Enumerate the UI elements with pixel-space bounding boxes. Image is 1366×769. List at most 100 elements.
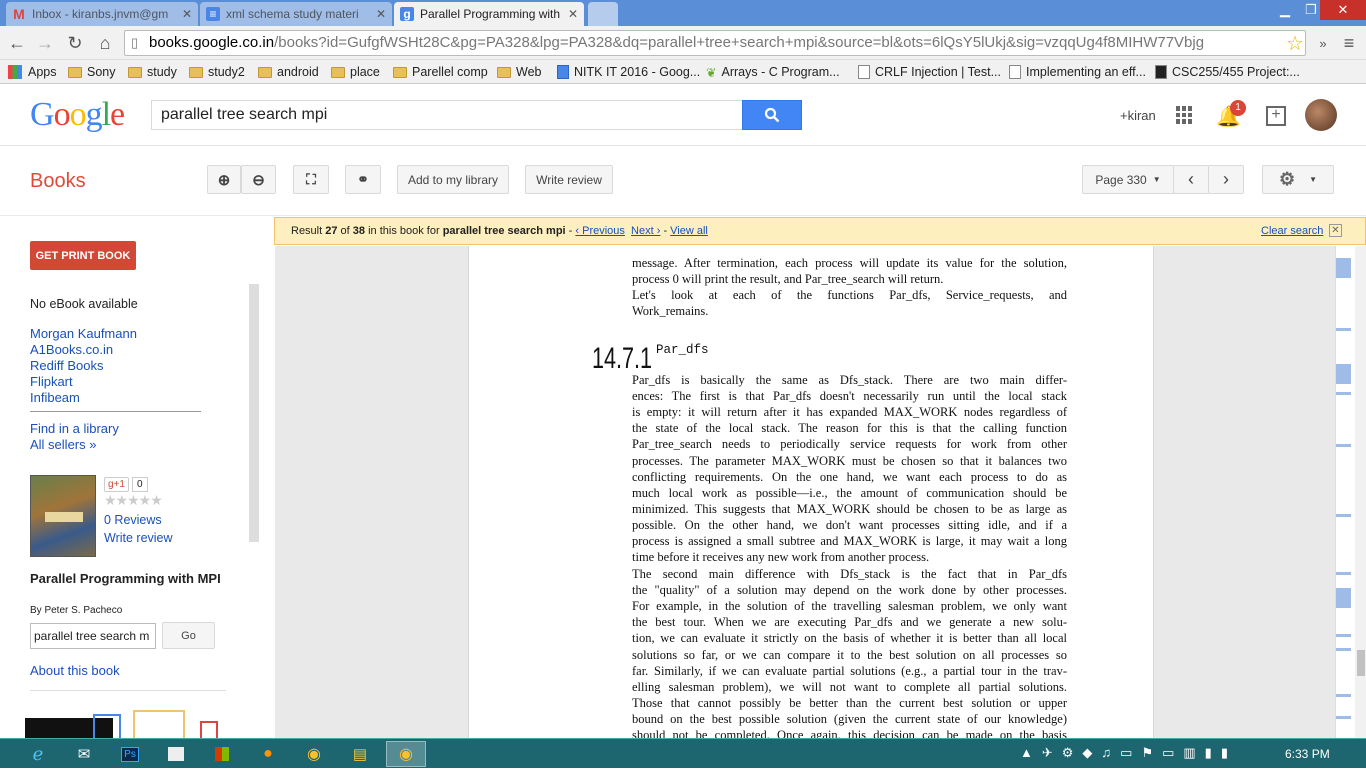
search-hit-marker[interactable]	[1336, 328, 1351, 331]
scrollbar-thumb[interactable]	[1357, 650, 1365, 676]
chrome-active-icon[interactable]: ◉	[386, 741, 426, 767]
share-plus-icon[interactable]: +	[1266, 106, 1286, 126]
home-icon[interactable]: ⌂	[92, 30, 118, 56]
search-hit-marker[interactable]	[1336, 572, 1351, 575]
go-button[interactable]: Go	[162, 622, 215, 649]
search-in-book-input[interactable]: parallel tree search m	[30, 623, 156, 649]
close-icon[interactable]: ✕	[568, 7, 578, 21]
all-sellers-link[interactable]: All sellers »	[30, 437, 96, 452]
bookmark-nitk[interactable]: NITK IT 2016 - Goog...	[557, 63, 700, 81]
write-review-button[interactable]: Write review	[525, 165, 613, 194]
thumbnail-image[interactable]	[93, 714, 121, 738]
settings-button[interactable]: ⚙ ▼	[1262, 165, 1334, 194]
next-result-link[interactable]: Next ›	[631, 225, 660, 237]
close-window-icon[interactable]: ✕	[1320, 0, 1366, 20]
search-hit-marker[interactable]	[1336, 588, 1351, 608]
reviews-link[interactable]: 0 Reviews	[104, 513, 162, 527]
bookmark-study2[interactable]: study2	[189, 63, 245, 81]
clock[interactable]: 6:33 PM	[1285, 739, 1330, 769]
search-hit-marker[interactable]	[1336, 648, 1351, 651]
office-icon[interactable]	[202, 741, 242, 767]
close-icon[interactable]: ✕	[182, 7, 192, 21]
tab-inbox[interactable]: M Inbox - kiranbs.jnvm@gm ✕	[6, 2, 198, 26]
add-to-library-button[interactable]: Add to my library	[397, 165, 509, 194]
search-hit-marker[interactable]	[1336, 514, 1351, 517]
tab-xml-schema[interactable]: ≡ xml schema study materi ✕	[200, 2, 392, 26]
close-icon[interactable]: ✕	[376, 7, 386, 21]
sidebar-scrollbar[interactable]	[249, 284, 259, 542]
address-bar[interactable]: ▯ books.google.co.in/books?id=GufgfWSHt28…	[124, 30, 1306, 56]
system-tray-icons[interactable]: ▲✈⚙◆♫▭⚑▭▥▮▮	[1020, 745, 1237, 761]
seller-link[interactable]: A1Books.co.in	[30, 342, 113, 357]
bookmark-apps[interactable]: Apps	[8, 63, 57, 81]
internet-explorer-icon[interactable]: ℯ	[18, 741, 58, 767]
bookmark-sony[interactable]: Sony	[68, 63, 116, 81]
outlook-icon[interactable]: ✉	[64, 741, 104, 767]
thumbnail-image[interactable]	[133, 710, 185, 738]
photoshop-icon[interactable]: Ps	[110, 741, 150, 767]
zoom-out-button[interactable]: ⊖	[241, 165, 276, 194]
thumbnail-image[interactable]	[200, 721, 218, 738]
dreamweaver-icon[interactable]	[156, 741, 196, 767]
seller-link[interactable]: Morgan Kaufmann	[30, 326, 137, 341]
viewer-scrollbar[interactable]	[1355, 246, 1366, 738]
chrome-icon[interactable]: ◉	[294, 741, 334, 767]
back-icon[interactable]: ←	[4, 30, 30, 56]
clear-search-link[interactable]: Clear search	[1261, 218, 1323, 244]
minimize-icon[interactable]: ▁	[1272, 0, 1298, 20]
firefox-icon[interactable]: ●	[248, 741, 288, 767]
forward-icon[interactable]: →	[32, 30, 58, 56]
user-link[interactable]: +kiran	[1120, 108, 1156, 123]
search-hit-marker[interactable]	[1336, 694, 1351, 697]
bookmark-csc255[interactable]: CSC255/455 Project:...	[1155, 63, 1300, 81]
extensions-overflow-icon[interactable]: »	[1310, 30, 1336, 56]
book-info-sidebar: GET PRINT BOOK No eBook available Morgan…	[0, 216, 274, 738]
bookmark-place[interactable]: place	[331, 63, 380, 81]
fullscreen-button[interactable]: ⛶	[293, 165, 329, 194]
prev-page-button[interactable]: ‹	[1173, 165, 1209, 194]
seller-link[interactable]: Flipkart	[30, 374, 73, 389]
books-title[interactable]: Books	[30, 170, 86, 193]
tab-title: Parallel Programming with	[420, 7, 561, 21]
view-all-link[interactable]: View all	[670, 225, 708, 237]
seller-link[interactable]: Rediff Books	[30, 358, 103, 373]
about-book-link[interactable]: About this book	[30, 663, 120, 678]
write-review-link[interactable]: Write review	[104, 531, 173, 545]
search-hit-marker[interactable]	[1336, 392, 1351, 395]
seller-link[interactable]: Infibeam	[30, 390, 80, 405]
bookmark-implementing[interactable]: Implementing an eff...	[1009, 63, 1146, 81]
tab-parallel-programming[interactable]: g Parallel Programming with ✕	[394, 2, 584, 26]
bookmark-parellel-comp[interactable]: Parellel comp	[393, 63, 488, 81]
file-explorer-icon[interactable]: ▤	[340, 741, 380, 767]
search-hit-marker[interactable]	[1336, 716, 1351, 719]
close-icon[interactable]: ✕	[1329, 224, 1342, 237]
zoom-in-button[interactable]: ⊕	[207, 165, 241, 194]
avatar[interactable]	[1305, 99, 1337, 131]
star-icon[interactable]: ☆	[1282, 30, 1308, 56]
search-hit-marker[interactable]	[1336, 364, 1351, 384]
bookmark-web[interactable]: Web	[497, 63, 541, 81]
new-tab-button[interactable]	[588, 2, 618, 26]
bookmark-study[interactable]: study	[128, 63, 177, 81]
find-library-link[interactable]: Find in a library	[30, 421, 119, 436]
search-input[interactable]: parallel tree search mpi	[151, 100, 743, 130]
search-button[interactable]	[742, 100, 802, 130]
page-select[interactable]: Page 330 ▼	[1082, 165, 1174, 194]
bookmark-crlf[interactable]: CRLF Injection | Test...	[858, 63, 1001, 81]
search-hit-marker[interactable]	[1336, 444, 1351, 447]
book-viewer[interactable]: message. After termination, each process…	[275, 246, 1335, 738]
search-hit-marker[interactable]	[1336, 634, 1351, 637]
previous-result-link[interactable]: ‹ Previous	[575, 225, 625, 237]
next-page-button[interactable]: ›	[1208, 165, 1244, 194]
get-print-book-button[interactable]: GET PRINT BOOK	[30, 241, 136, 270]
reload-icon[interactable]: ↻	[62, 30, 88, 56]
apps-grid-icon[interactable]	[1176, 106, 1194, 124]
menu-icon[interactable]: ≡	[1336, 30, 1362, 56]
google-logo[interactable]: Google	[30, 96, 125, 134]
gplus-button[interactable]: g+1	[104, 477, 129, 492]
book-cover-image[interactable]	[30, 475, 96, 557]
bookmark-android[interactable]: android	[258, 63, 319, 81]
search-hit-marker[interactable]	[1336, 258, 1351, 278]
bookmark-arrays[interactable]: ❦ Arrays - C Program...	[706, 63, 840, 81]
link-button[interactable]: ⚭	[345, 165, 381, 194]
